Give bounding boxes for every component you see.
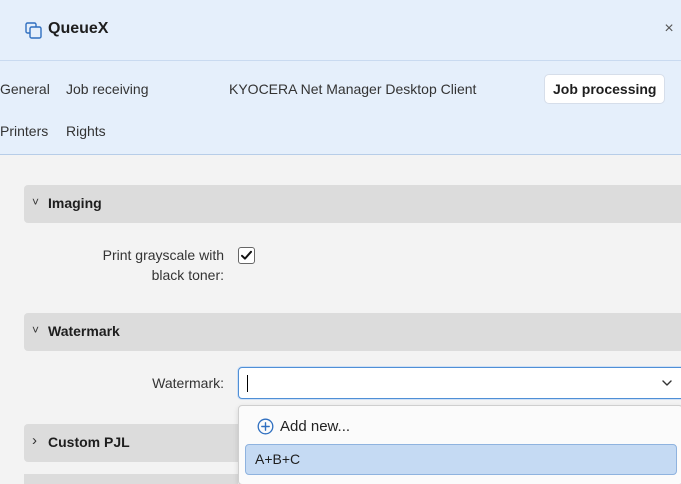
tab-rights[interactable]: Rights xyxy=(66,121,106,141)
tab-bar: General Job receiving KYOCERA Net Manage… xyxy=(0,60,681,155)
close-icon: × xyxy=(664,20,674,37)
title-bar: QueueX × xyxy=(0,0,681,60)
close-button[interactable]: × xyxy=(657,20,681,40)
chevron-right-icon: › xyxy=(32,432,37,449)
copy-windows-icon xyxy=(25,22,42,39)
queue-settings-window: QueueX × General Job receiving KYOCERA N… xyxy=(0,0,681,484)
tab-job-processing[interactable]: Job processing xyxy=(544,74,666,104)
tab-printers[interactable]: Printers xyxy=(0,121,48,141)
window-title: QueueX xyxy=(48,20,109,37)
section-imaging-header[interactable]: ˅ Imaging xyxy=(24,185,681,223)
chevron-down-icon: ˅ xyxy=(32,323,40,337)
chevron-down-icon[interactable] xyxy=(661,377,673,389)
tab-net-manager-desktop-client[interactable]: KYOCERA Net Manager Desktop Client xyxy=(229,79,476,99)
tab-general[interactable]: General xyxy=(0,79,50,99)
text-caret xyxy=(247,375,248,392)
section-watermark-label: Watermark xyxy=(48,323,120,339)
tab-job-receiving[interactable]: Job receiving xyxy=(66,79,149,99)
section-custom-pjl-label: Custom PJL xyxy=(48,434,130,450)
plus-circle-icon xyxy=(257,418,274,434)
watermark-label: Watermark: xyxy=(152,375,224,391)
add-new-label: Add new... xyxy=(280,417,351,435)
section-watermark-header[interactable]: ˅ Watermark xyxy=(24,313,681,351)
print-grayscale-checkbox[interactable] xyxy=(238,247,255,264)
watermark-option[interactable]: A+B+C xyxy=(245,444,677,475)
watermark-combobox[interactable] xyxy=(238,367,681,399)
chevron-down-icon: ˅ xyxy=(32,195,40,209)
section-imaging-label: Imaging xyxy=(48,195,102,211)
print-grayscale-label-line2: black toner: xyxy=(151,267,224,283)
section-custom-pjl-header[interactable]: › Custom PJL xyxy=(24,424,238,462)
add-new-watermark-item[interactable]: Add new... xyxy=(257,415,350,437)
next-section-header-edge xyxy=(24,474,238,484)
checkmark-icon xyxy=(241,250,252,260)
print-grayscale-label-line1: Print grayscale with xyxy=(102,247,224,263)
watermark-option-label: A+B+C xyxy=(255,451,301,467)
watermark-dropdown-list: Add new... A+B+C xyxy=(238,405,681,484)
